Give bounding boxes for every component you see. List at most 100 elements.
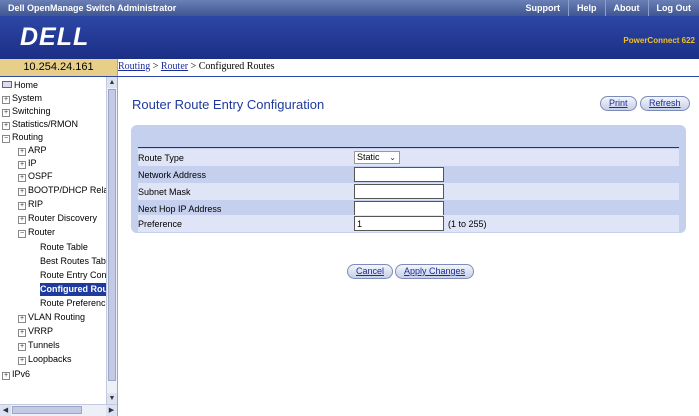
tree-item-system[interactable]: + System xyxy=(2,92,42,105)
top-links: Support Help About Log Out xyxy=(517,0,699,16)
help-link[interactable]: Help xyxy=(567,0,605,16)
collapse-icon[interactable]: − xyxy=(18,230,26,238)
breadcrumb-routing-link[interactable]: Routing xyxy=(118,61,150,72)
tree-item-bootp-dhcp-relay[interactable]: + BOOTP/DHCP Rela xyxy=(18,184,108,197)
tree-item-label: Routing xyxy=(12,132,44,142)
expand-icon[interactable]: + xyxy=(18,161,26,169)
apply-changes-button[interactable]: Apply Changes xyxy=(395,264,475,279)
tree-item-label: Route Table xyxy=(40,242,88,252)
tree-item-best-routes-table[interactable]: Best Routes Tab xyxy=(40,255,106,268)
tree-item-label: OSPF xyxy=(28,171,53,181)
tree-item-vrrp[interactable]: + VRRP xyxy=(18,325,53,338)
expand-icon[interactable]: + xyxy=(18,174,26,182)
app-title: Dell OpenManage Switch Administrator xyxy=(8,3,177,13)
route-type-value: Static xyxy=(357,152,380,162)
route-type-label: Route Type xyxy=(138,153,184,163)
tree-item-vlan-routing[interactable]: + VLAN Routing xyxy=(18,311,85,324)
logout-link[interactable]: Log Out xyxy=(647,0,699,16)
tree-item-ospf[interactable]: + OSPF xyxy=(18,170,53,183)
tree-item-label: Route Entry Con xyxy=(40,270,107,280)
tree-item-label: IPv6 xyxy=(12,369,31,379)
tree-item-switching[interactable]: + Switching xyxy=(2,105,51,118)
tree-item-label: Configured Rou xyxy=(40,284,108,294)
network-address-input[interactable] xyxy=(354,167,444,182)
tree-item-label: Route Preferenc xyxy=(40,298,106,308)
preference-input[interactable] xyxy=(354,216,444,231)
subnet-mask-label: Subnet Mask xyxy=(138,187,191,197)
tree-item-routing[interactable]: − Routing xyxy=(2,131,43,144)
sidebar-vertical-scrollbar[interactable]: ▲ ▼ xyxy=(106,77,117,404)
print-button[interactable]: Print xyxy=(600,96,637,111)
network-address-label: Network Address xyxy=(138,170,207,180)
tree-item-route-entry-configuration[interactable]: Route Entry Con xyxy=(40,269,107,282)
scroll-left-icon[interactable]: ◀ xyxy=(0,405,11,416)
tree-item-label: BOOTP/DHCP Rela xyxy=(28,185,109,195)
expand-icon[interactable]: + xyxy=(18,188,26,196)
tree-item-label: IP xyxy=(28,158,37,168)
tree-item-statistics-rmon[interactable]: + Statistics/RMON xyxy=(2,118,78,131)
tree-item-router-discovery[interactable]: + Router Discovery xyxy=(18,212,97,225)
scroll-down-icon[interactable]: ▼ xyxy=(107,393,117,404)
about-link[interactable]: About xyxy=(604,0,648,16)
subnet-mask-input[interactable] xyxy=(354,184,444,199)
next-hop-label: Next Hop IP Address xyxy=(138,204,222,214)
expand-icon[interactable]: + xyxy=(2,372,10,380)
expand-icon[interactable]: + xyxy=(18,148,26,156)
navigation-tree: Home + System + Switching + Statistics/RMON… xyxy=(0,77,118,416)
tree-item-label: Home xyxy=(14,80,39,90)
tree-item-loopbacks[interactable]: + Loopbacks xyxy=(18,353,72,366)
title-bar: Dell OpenManage Switch Administrator Sup… xyxy=(0,0,699,16)
collapse-icon[interactable]: − xyxy=(2,135,10,143)
expand-icon[interactable]: + xyxy=(18,216,26,224)
tree-item-ipv6[interactable]: + IPv6 xyxy=(2,368,30,381)
product-name: PowerConnect 622 xyxy=(623,36,695,45)
breadcrumb-router-link[interactable]: Router xyxy=(161,61,188,72)
tree-item-label: System xyxy=(12,93,43,103)
home-icon xyxy=(2,81,12,88)
expand-icon[interactable]: + xyxy=(2,109,10,117)
preference-row: Preference (1 to 255) xyxy=(138,215,679,232)
sidebar-horizontal-scrollbar[interactable]: ◀ ▶ xyxy=(0,404,117,416)
expand-icon[interactable]: + xyxy=(18,202,26,210)
route-entry-form: Route Type Static ⌄ Network Address Subn… xyxy=(131,125,686,233)
refresh-button[interactable]: Refresh xyxy=(640,96,690,111)
form-divider xyxy=(138,147,679,148)
breadcrumb-row: Routing > Router > Configured Routes xyxy=(118,59,699,76)
tree-item-ip[interactable]: + IP xyxy=(18,157,37,170)
next-hop-input[interactable] xyxy=(354,201,444,216)
tree-item-rip[interactable]: + RIP xyxy=(18,198,43,211)
scroll-right-icon[interactable]: ▶ xyxy=(106,405,117,416)
expand-icon[interactable]: + xyxy=(18,343,26,351)
route-type-select[interactable]: Static ⌄ xyxy=(354,151,400,164)
preference-label: Preference xyxy=(138,219,183,229)
chevron-down-icon: ⌄ xyxy=(389,153,396,162)
tree-item-route-table[interactable]: Route Table xyxy=(40,241,88,254)
tree-item-label: Router xyxy=(28,227,56,237)
expand-icon[interactable]: + xyxy=(18,329,26,337)
cancel-button[interactable]: Cancel xyxy=(347,264,394,279)
network-address-row: Network Address xyxy=(138,166,679,183)
tree-item-label: Router Discovery xyxy=(28,213,98,223)
tree-item-label: VLAN Routing xyxy=(28,312,86,322)
breadcrumb-current: Configured Routes xyxy=(198,61,275,72)
tree-item-router[interactable]: − Router xyxy=(18,226,55,239)
breadcrumb-separator: > xyxy=(188,61,199,72)
tree-item-route-preferences[interactable]: Route Preferenc xyxy=(40,297,106,310)
tree-item-configured-routes[interactable]: Configured Rou xyxy=(40,283,110,296)
expand-icon[interactable]: + xyxy=(18,315,26,323)
scroll-up-icon[interactable]: ▲ xyxy=(107,77,117,88)
brand-bar: DELL PowerConnect 622 xyxy=(0,16,699,59)
vertical-scroll-thumb[interactable] xyxy=(108,89,116,381)
tree-item-arp[interactable]: + ARP xyxy=(18,144,47,157)
tree-item-tunnels[interactable]: + Tunnels xyxy=(18,339,60,352)
support-link[interactable]: Support xyxy=(517,0,568,16)
breadcrumb-separator: > xyxy=(150,61,161,72)
subnet-mask-row: Subnet Mask xyxy=(138,183,679,200)
horizontal-scroll-thumb[interactable] xyxy=(12,406,82,414)
expand-icon[interactable]: + xyxy=(2,96,10,104)
tree-item-home[interactable]: Home xyxy=(2,79,38,92)
expand-icon[interactable]: + xyxy=(2,122,10,130)
tree-item-label: Loopbacks xyxy=(28,354,72,364)
preference-range-hint: (1 to 255) xyxy=(448,219,487,229)
expand-icon[interactable]: + xyxy=(18,357,26,365)
